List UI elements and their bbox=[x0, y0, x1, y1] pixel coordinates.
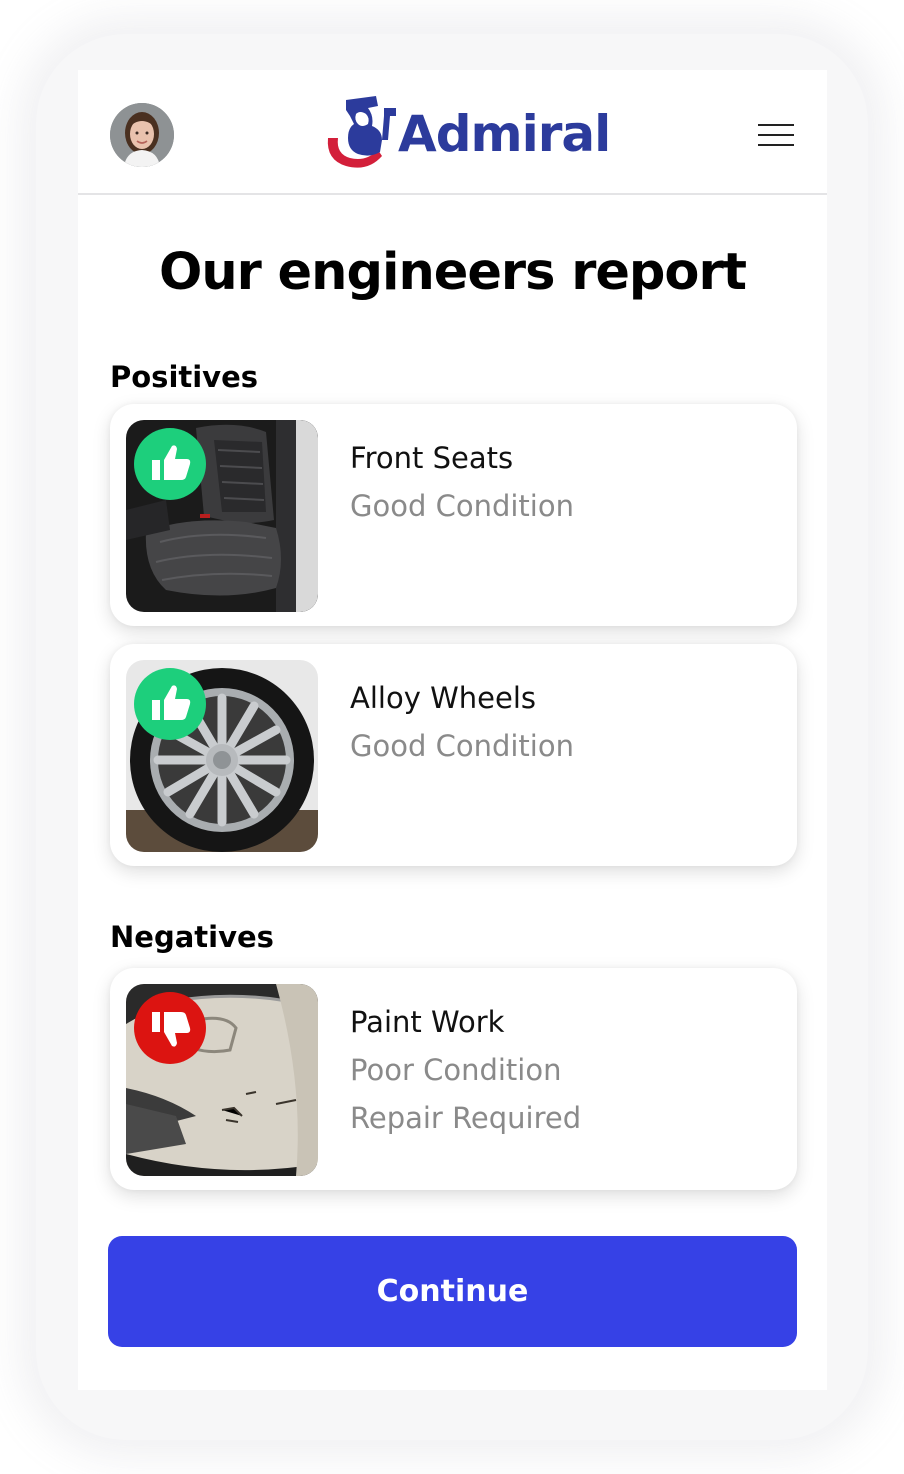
thumbs-up-icon bbox=[134, 668, 206, 740]
continue-button[interactable]: Continue bbox=[108, 1236, 797, 1347]
damaged-bumper-photo bbox=[126, 984, 318, 1176]
hamburger-menu-icon bbox=[758, 124, 794, 126]
hamburger-line bbox=[758, 144, 794, 146]
thumbs-up-icon bbox=[134, 428, 206, 500]
app-header: Admiral bbox=[78, 70, 827, 195]
card-condition: Good Condition bbox=[350, 489, 574, 523]
card-title: Front Seats bbox=[350, 441, 514, 475]
card-title: Alloy Wheels bbox=[350, 681, 536, 715]
report-card-front-seats[interactable]: Front Seats Good Condition bbox=[110, 404, 797, 626]
app-screen: Admiral Our engineers report Positives F… bbox=[78, 70, 827, 1390]
logo-wordmark: Admiral bbox=[398, 105, 611, 163]
card-title: Paint Work bbox=[350, 1005, 505, 1039]
avatar[interactable] bbox=[110, 103, 174, 167]
screen: Admiral Our engineers report Positives F… bbox=[0, 0, 904, 1474]
admiral-logo[interactable]: Admiral bbox=[324, 94, 611, 174]
admiral-logo-mark bbox=[327, 96, 396, 168]
card-condition: Good Condition bbox=[350, 729, 574, 763]
positives-heading: Positives bbox=[110, 360, 259, 394]
report-card-alloy-wheels[interactable]: Alloy Wheels Good Condition bbox=[110, 644, 797, 866]
card-repair-note: Repair Required bbox=[350, 1101, 582, 1135]
user-avatar-image bbox=[110, 103, 174, 167]
page-title: Our engineers report bbox=[158, 243, 747, 302]
alloy-wheel-photo bbox=[126, 660, 318, 852]
front-seats-photo bbox=[126, 420, 318, 612]
hamburger-line bbox=[758, 134, 794, 136]
negatives-heading: Negatives bbox=[110, 920, 274, 954]
report-card-paint-work[interactable]: Paint Work Poor Condition Repair Require… bbox=[110, 968, 797, 1190]
card-condition: Poor Condition bbox=[350, 1053, 562, 1087]
menu-button[interactable] bbox=[754, 122, 794, 148]
thumbs-down-icon bbox=[134, 992, 206, 1064]
